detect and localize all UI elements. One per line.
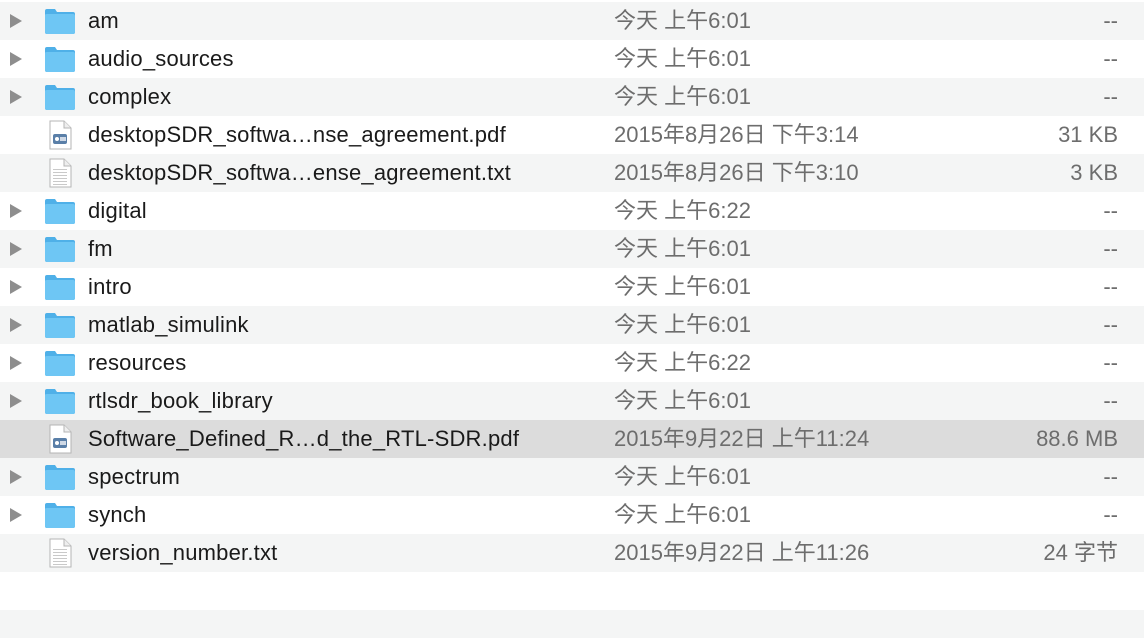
folder-row[interactable]: spectrum 今天 上午6:01 -- bbox=[0, 458, 1144, 496]
date-modified: 2015年8月26日 下午3:14 bbox=[614, 122, 859, 147]
file-size: -- bbox=[1103, 502, 1118, 527]
file-row[interactable]: desktopSDR_softwa…ense_agreement.txt 2015… bbox=[0, 154, 1144, 192]
folder-row[interactable]: complex 今天 上午6:01 -- bbox=[0, 78, 1144, 116]
disclosure-triangle-icon[interactable] bbox=[10, 242, 22, 256]
disclosure-triangle-icon[interactable] bbox=[10, 470, 22, 484]
folder-icon bbox=[44, 196, 76, 226]
date-modified: 2015年8月26日 下午3:10 bbox=[614, 160, 859, 185]
file-name: am bbox=[88, 8, 119, 33]
file-name: desktopSDR_softwa…ense_agreement.txt bbox=[88, 160, 511, 185]
file-name: resources bbox=[88, 350, 187, 375]
file-size: -- bbox=[1103, 274, 1118, 299]
folder-icon bbox=[44, 6, 76, 36]
folder-row[interactable]: am 今天 上午6:01 -- bbox=[0, 2, 1144, 40]
file-size: 24 字节 bbox=[1043, 540, 1118, 565]
folder-icon bbox=[44, 234, 76, 264]
file-name: fm bbox=[88, 236, 113, 261]
file-row[interactable]: version_number.txt 2015年9月22日 上午11:26 24 字… bbox=[0, 534, 1144, 572]
file-size: -- bbox=[1103, 8, 1118, 33]
file-name: matlab_simulink bbox=[88, 312, 249, 337]
folder-icon bbox=[44, 82, 76, 112]
file-size: -- bbox=[1103, 464, 1118, 489]
folder-row[interactable]: resources 今天 上午6:22 -- bbox=[0, 344, 1144, 382]
file-size: 88.6 MB bbox=[1036, 426, 1118, 451]
file-name: digital bbox=[88, 198, 147, 223]
folder-icon bbox=[44, 348, 76, 378]
text-document-icon bbox=[44, 158, 76, 188]
file-name: version_number.txt bbox=[88, 540, 278, 565]
folder-row[interactable]: digital 今天 上午6:22 -- bbox=[0, 192, 1144, 230]
date-modified: 2015年9月22日 上午11:24 bbox=[614, 426, 870, 451]
file-size: 3 KB bbox=[1070, 160, 1118, 185]
file-name: spectrum bbox=[88, 464, 181, 489]
file-size: -- bbox=[1103, 350, 1118, 375]
disclosure-triangle-icon[interactable] bbox=[10, 52, 22, 66]
file-list: am 今天 上午6:01 -- audio_sources 今天 上午6:01 -- com… bbox=[0, 0, 1144, 638]
file-size: -- bbox=[1103, 198, 1118, 223]
file-size: -- bbox=[1103, 312, 1118, 337]
date-modified: 今天 上午6:01 bbox=[614, 502, 751, 527]
folder-row[interactable]: synch 今天 上午6:01 -- bbox=[0, 496, 1144, 534]
file-row[interactable]: desktopSDR_softwa…nse_agreement.pdf 2015年… bbox=[0, 116, 1144, 154]
file-size: 31 KB bbox=[1058, 122, 1118, 147]
empty-row bbox=[0, 572, 1144, 610]
date-modified: 今天 上午6:01 bbox=[614, 464, 751, 489]
file-size: -- bbox=[1103, 388, 1118, 413]
pdf-document-icon bbox=[44, 120, 76, 150]
folder-icon bbox=[44, 462, 76, 492]
folder-icon bbox=[44, 500, 76, 530]
date-modified: 今天 上午6:01 bbox=[614, 236, 751, 261]
disclosure-triangle-icon[interactable] bbox=[10, 394, 22, 408]
text-document-icon bbox=[44, 538, 76, 568]
date-modified: 今天 上午6:22 bbox=[614, 198, 751, 223]
folder-row[interactable]: fm 今天 上午6:01 -- bbox=[0, 230, 1144, 268]
disclosure-triangle-icon[interactable] bbox=[10, 356, 22, 370]
disclosure-triangle-icon[interactable] bbox=[10, 90, 22, 104]
folder-row[interactable]: rtlsdr_book_library 今天 上午6:01 -- bbox=[0, 382, 1144, 420]
date-modified: 今天 上午6:01 bbox=[614, 388, 751, 413]
folder-icon bbox=[44, 44, 76, 74]
date-modified: 今天 上午6:01 bbox=[614, 8, 751, 33]
disclosure-triangle-icon[interactable] bbox=[10, 318, 22, 332]
date-modified: 今天 上午6:01 bbox=[614, 84, 751, 109]
file-size: -- bbox=[1103, 46, 1118, 71]
folder-icon bbox=[44, 272, 76, 302]
folder-row[interactable]: matlab_simulink 今天 上午6:01 -- bbox=[0, 306, 1144, 344]
pdf-document-icon bbox=[44, 424, 76, 454]
date-modified: 今天 上午6:01 bbox=[614, 274, 751, 299]
date-modified: 今天 上午6:01 bbox=[614, 46, 751, 71]
disclosure-triangle-icon[interactable] bbox=[10, 204, 22, 218]
file-name: desktopSDR_softwa…nse_agreement.pdf bbox=[88, 122, 506, 147]
disclosure-triangle-icon[interactable] bbox=[10, 508, 22, 522]
file-name: audio_sources bbox=[88, 46, 234, 71]
date-modified: 2015年9月22日 上午11:26 bbox=[614, 540, 870, 565]
file-size: -- bbox=[1103, 236, 1118, 261]
disclosure-triangle-icon[interactable] bbox=[10, 280, 22, 294]
date-modified: 今天 上午6:01 bbox=[614, 312, 751, 337]
folder-icon bbox=[44, 386, 76, 416]
empty-row bbox=[0, 610, 1144, 638]
file-name: rtlsdr_book_library bbox=[88, 388, 273, 413]
file-name: Software_Defined_R…d_the_RTL-SDR.pdf bbox=[88, 426, 520, 451]
folder-row[interactable]: audio_sources 今天 上午6:01 -- bbox=[0, 40, 1144, 78]
file-size: -- bbox=[1103, 84, 1118, 109]
date-modified: 今天 上午6:22 bbox=[614, 350, 751, 375]
file-row[interactable]: Software_Defined_R…d_the_RTL-SDR.pdf 2015… bbox=[0, 420, 1144, 458]
file-name: complex bbox=[88, 84, 172, 109]
file-name: intro bbox=[88, 274, 132, 299]
folder-icon bbox=[44, 310, 76, 340]
disclosure-triangle-icon[interactable] bbox=[10, 14, 22, 28]
folder-row[interactable]: intro 今天 上午6:01 -- bbox=[0, 268, 1144, 306]
file-name: synch bbox=[88, 502, 147, 527]
